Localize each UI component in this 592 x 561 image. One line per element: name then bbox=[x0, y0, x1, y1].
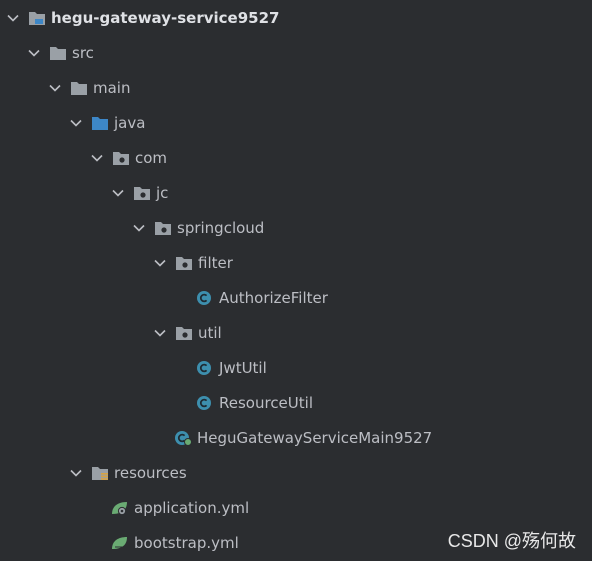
resources-folder-icon bbox=[92, 466, 108, 480]
package-icon bbox=[176, 256, 192, 270]
tree-node-jc[interactable]: jc bbox=[111, 175, 168, 210]
module-folder-icon bbox=[29, 11, 45, 25]
spring-boot-class-icon bbox=[175, 430, 192, 446]
chevron-down-icon[interactable] bbox=[153, 256, 167, 270]
chevron-down-icon[interactable] bbox=[111, 186, 125, 200]
java-class-icon bbox=[197, 360, 211, 375]
watermark-text: CSDN @殇何故 bbox=[447, 531, 576, 551]
tree-node-bootstrap-yml[interactable]: bootstrap.yml bbox=[111, 525, 239, 560]
package-icon bbox=[155, 221, 171, 235]
tree-node-label: ResourceUtil bbox=[219, 393, 313, 412]
tree-node-label: java bbox=[114, 113, 146, 132]
tree-node-application-yml[interactable]: application.yml bbox=[111, 490, 249, 525]
tree-node-resources[interactable]: resources bbox=[69, 455, 187, 490]
tree-node-label: filter bbox=[198, 253, 233, 272]
chevron-down-icon[interactable] bbox=[153, 326, 167, 340]
source-folder-icon bbox=[92, 116, 108, 130]
tree-node-resource-util[interactable]: ResourceUtil bbox=[196, 385, 313, 420]
tree-node-label: AuthorizeFilter bbox=[219, 288, 328, 307]
tree-node-label: com bbox=[135, 148, 168, 167]
folder-icon bbox=[71, 81, 87, 95]
tree-node-com[interactable]: com bbox=[90, 140, 167, 175]
tree-node-util[interactable]: util bbox=[153, 315, 222, 350]
chevron-down-icon[interactable] bbox=[48, 81, 62, 95]
package-icon bbox=[176, 326, 192, 340]
java-class-icon bbox=[197, 290, 211, 305]
tree-node-java[interactable]: java bbox=[69, 105, 145, 140]
spring-config-icon bbox=[112, 536, 127, 549]
folder-icon bbox=[50, 46, 66, 60]
chevron-down-icon[interactable] bbox=[6, 11, 20, 25]
tree-node-springcloud[interactable]: springcloud bbox=[132, 210, 264, 245]
tree-node-label: util bbox=[198, 323, 222, 342]
tree-node-src[interactable]: src bbox=[27, 35, 94, 70]
tree-node-label: JwtUtil bbox=[219, 358, 267, 377]
tree-node-label: src bbox=[72, 43, 94, 62]
tree-node-label: HeguGatewayServiceMain9527 bbox=[197, 428, 433, 447]
tree-node-filter[interactable]: filter bbox=[153, 245, 233, 280]
tree-node-jwt-util[interactable]: JwtUtil bbox=[196, 350, 267, 385]
tree-node-authorize-filter[interactable]: AuthorizeFilter bbox=[196, 280, 328, 315]
package-icon bbox=[113, 151, 129, 165]
chevron-down-icon[interactable] bbox=[132, 221, 146, 235]
tree-node-label: springcloud bbox=[177, 218, 265, 237]
tree-node-main[interactable]: main bbox=[48, 70, 130, 105]
package-icon bbox=[134, 186, 150, 200]
tree-node-label: resources bbox=[114, 463, 187, 482]
project-tree: hegu-gateway-service9527 src main java c… bbox=[0, 0, 592, 561]
tree-node-main-class[interactable]: HeguGatewayServiceMain9527 bbox=[174, 420, 432, 455]
tree-node-label: application.yml bbox=[134, 498, 250, 517]
tree-node-label: hegu-gateway-service9527 bbox=[51, 8, 280, 27]
tree-node-label: jc bbox=[156, 183, 169, 202]
tree-node-root[interactable]: hegu-gateway-service9527 bbox=[6, 0, 279, 35]
tree-node-label: bootstrap.yml bbox=[134, 533, 239, 552]
chevron-down-icon[interactable] bbox=[27, 46, 41, 60]
spring-config-icon bbox=[112, 501, 127, 515]
chevron-down-icon[interactable] bbox=[69, 466, 83, 480]
chevron-down-icon[interactable] bbox=[69, 116, 83, 130]
java-class-icon bbox=[197, 395, 211, 410]
tree-node-label: main bbox=[93, 78, 131, 97]
chevron-down-icon[interactable] bbox=[90, 151, 104, 165]
